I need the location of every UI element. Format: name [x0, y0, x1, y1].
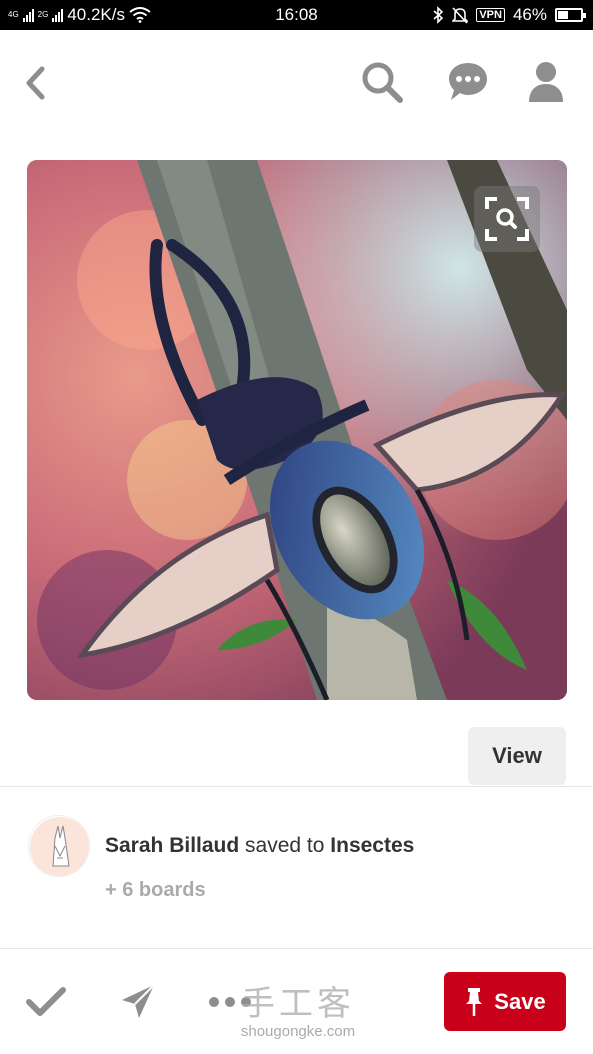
visual-search-button[interactable]: [474, 186, 540, 252]
top-navigation-bar: [0, 30, 593, 135]
bottom-action-bar: 手工客 shougongke.com Save: [0, 950, 593, 1054]
done-button[interactable]: [26, 982, 66, 1022]
search-button[interactable]: [360, 60, 404, 104]
user-name[interactable]: Sarah Billaud: [105, 834, 239, 857]
divider-bottom: [0, 948, 593, 949]
messages-button[interactable]: [446, 60, 490, 104]
back-button[interactable]: [22, 65, 52, 101]
pin-image[interactable]: [27, 160, 567, 700]
speech-bubble-icon: [449, 63, 487, 100]
person-icon: [529, 62, 563, 102]
search-icon: [362, 62, 403, 103]
visual-search-icon: [485, 197, 529, 241]
view-button[interactable]: View: [468, 727, 566, 785]
bluetooth-icon: [433, 6, 444, 24]
status-right: VPN 46%: [432, 5, 586, 25]
avatar-logo: [30, 817, 89, 876]
saved-by-text: Sarah Billaud saved to Insectes: [105, 834, 414, 858]
avatar[interactable]: [28, 815, 90, 877]
more-boards-link[interactable]: + 6 boards: [105, 879, 206, 902]
mute-bell-icon: [452, 7, 469, 24]
chevron-left-icon: [26, 66, 45, 100]
divider: [0, 786, 593, 787]
battery-icon: [555, 8, 586, 22]
saved-to-label: saved to: [245, 834, 325, 857]
send-button[interactable]: [118, 982, 158, 1022]
watermark-text: 手工客: [241, 984, 355, 1024]
check-icon: [26, 987, 66, 1016]
vpn-badge: VPN: [476, 8, 505, 22]
battery-percent: 46%: [512, 5, 547, 24]
watermark-url: shougongke.com: [240, 1023, 356, 1040]
status-bar: 4G 2G 40.2K/s 16:08 VPN 46%: [0, 0, 593, 30]
watermark: 手工客 shougongke.com: [228, 976, 368, 1040]
send-icon: [122, 984, 155, 1018]
save-label: Save: [494, 988, 546, 1014]
save-button[interactable]: Save: [444, 972, 566, 1031]
pin-icon: [466, 987, 483, 1016]
board-name[interactable]: Insectes: [330, 834, 414, 857]
profile-button[interactable]: [524, 60, 568, 104]
